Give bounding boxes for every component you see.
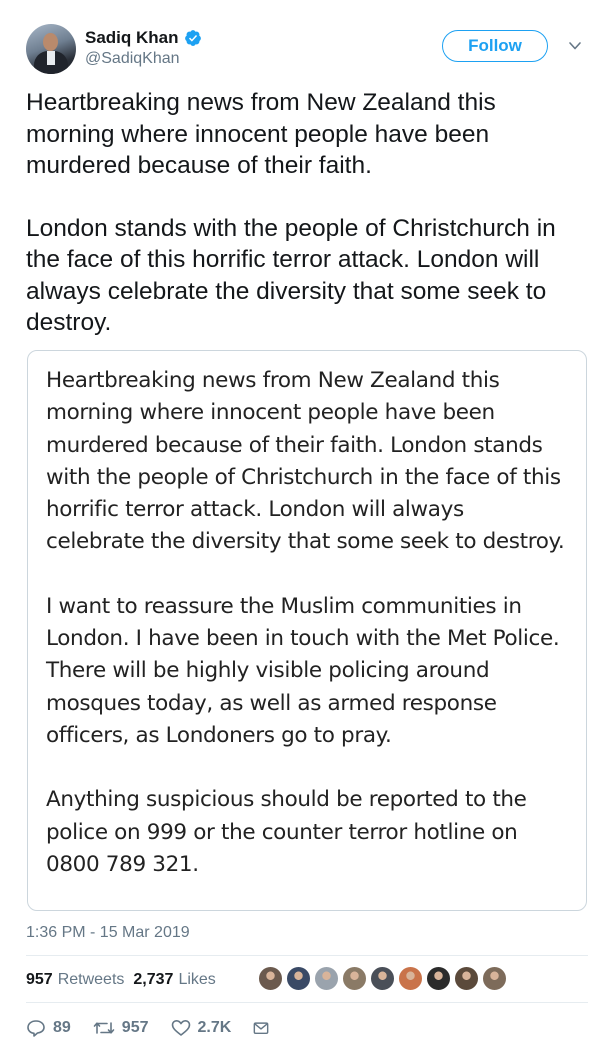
verified-badge-icon [184,29,202,47]
liker-avatar[interactable] [314,966,339,991]
retweet-count: 957 [121,1019,149,1036]
retweet-icon [93,1022,115,1034]
statement-text: Heartbreaking news from New Zealand this… [46,365,566,881]
like-count: 2.7K [197,1019,232,1036]
liker-avatar[interactable] [258,966,283,991]
display-name[interactable]: Sadiq Khan [85,28,179,48]
avatar[interactable] [26,24,76,74]
statement-image[interactable]: Heartbreaking news from New Zealand this… [27,350,587,911]
follow-button[interactable]: Follow [442,30,548,62]
like-button[interactable]: 2.7K [171,1019,232,1037]
tweet-stats: 957 Retweets 2,737 Likes [26,966,225,994]
liker-avatar[interactable] [342,966,367,991]
direct-message-button[interactable] [253,1019,276,1037]
tweet-timestamp[interactable]: 1:36 PM - 15 Mar 2019 [26,924,190,942]
liker-avatar[interactable] [454,966,479,991]
likes-label[interactable]: Likes [178,971,215,989]
envelope-icon [253,1022,269,1035]
retweet-button[interactable]: 957 [93,1019,149,1037]
liker-avatar[interactable] [482,966,507,991]
liker-avatar[interactable] [398,966,423,991]
tweet-paragraph: London stands with the people of Christc… [26,214,556,337]
tweet-actions: 89 957 2.7K [26,1014,298,1042]
statement-paragraph: I want to reassure the Muslim communitie… [46,593,560,748]
liker-avatars[interactable] [258,966,507,994]
liker-avatar[interactable] [370,966,395,991]
liker-avatar[interactable] [286,966,311,991]
handle[interactable]: @SadiqKhan [85,50,202,68]
tweet-paragraph: Heartbreaking news from New Zealand this… [26,89,496,179]
divider [26,1002,588,1003]
chevron-down-icon[interactable] [568,39,582,51]
reply-count: 89 [53,1019,71,1036]
statement-paragraph: Anything suspicious should be reported t… [46,787,527,877]
liker-avatar[interactable] [426,966,451,991]
retweets-label[interactable]: Retweets [58,971,125,989]
heart-icon [171,1020,190,1036]
tweet-text: Heartbreaking news from New Zealand this… [26,87,586,339]
divider [26,955,588,956]
reply-button[interactable]: 89 [26,1019,71,1037]
retweets-count[interactable]: 957 [26,971,53,989]
statement-paragraph: Heartbreaking news from New Zealand this… [46,368,565,555]
tweet-header: Sadiq Khan @SadiqKhan Follow [26,22,590,76]
likes-count[interactable]: 2,737 [133,971,173,989]
reply-icon [27,1020,45,1037]
author-block[interactable]: Sadiq Khan @SadiqKhan [85,27,202,68]
